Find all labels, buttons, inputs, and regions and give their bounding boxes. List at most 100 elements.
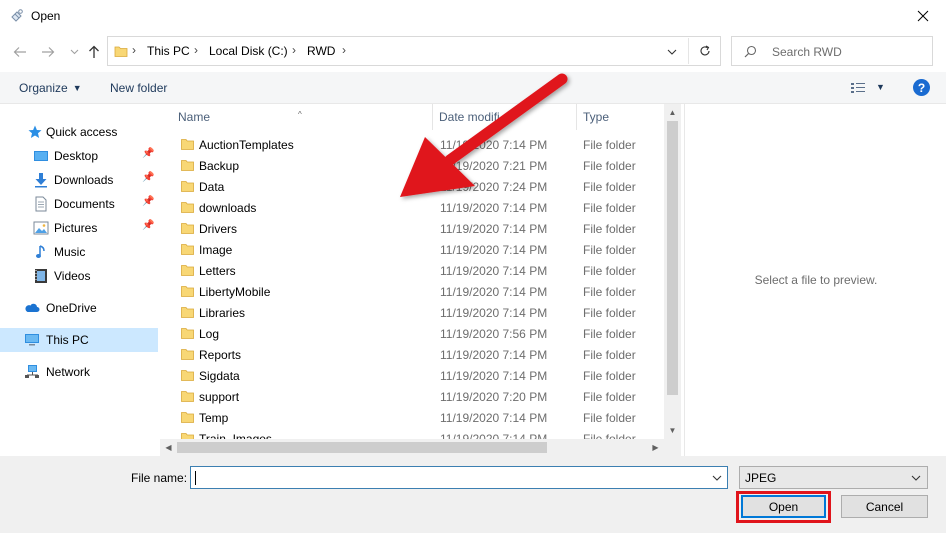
- help-icon[interactable]: ?: [913, 79, 930, 96]
- arrow-up-icon: [89, 45, 99, 58]
- open-button[interactable]: Open: [741, 495, 826, 518]
- file-type: File folder: [583, 222, 636, 236]
- up-button[interactable]: [84, 42, 104, 62]
- breadcrumb-rwd[interactable]: RWD: [307, 44, 335, 58]
- nav-item-this-pc[interactable]: This PC: [0, 328, 158, 352]
- file-row[interactable]: Letters 11/19/2020 7:14 PM File folder: [172, 260, 666, 281]
- scroll-down-icon[interactable]: ▼: [664, 422, 681, 439]
- file-date: 11/19/2020 7:14 PM: [440, 348, 548, 362]
- filetype-dropdown-button[interactable]: [908, 470, 924, 486]
- folder-icon: [181, 307, 194, 318]
- column-header-type-label: Type: [583, 110, 610, 124]
- filetype-value: JPEG: [745, 471, 777, 485]
- file-row[interactable]: Libraries 11/19/2020 7:14 PM File folder: [172, 302, 666, 323]
- folder-icon: [114, 46, 128, 57]
- column-header-name[interactable]: Name ^: [172, 104, 432, 130]
- breadcrumb-separator: ›: [194, 43, 198, 57]
- file-row[interactable]: downloads 11/19/2020 7:14 PM File folder: [172, 197, 666, 218]
- folder-icon: [181, 223, 194, 234]
- view-options-icon[interactable]: [850, 81, 868, 95]
- file-type: File folder: [583, 306, 636, 320]
- file-date: 11/19/2020 7:14 PM: [440, 243, 548, 257]
- scroll-right-icon[interactable]: ▶: [647, 439, 664, 456]
- organize-button[interactable]: Organize ▼: [19, 81, 82, 95]
- filetype-select[interactable]: JPEG: [739, 466, 928, 489]
- pictures-icon: [33, 221, 49, 235]
- file-date: 11/19/2020 7:14 PM: [440, 411, 548, 425]
- address-dropdown-button[interactable]: [662, 44, 682, 60]
- folder-icon: [181, 160, 194, 171]
- search-input[interactable]: Search RWD: [731, 36, 933, 66]
- folder-icon: [181, 328, 194, 339]
- nav-item-videos[interactable]: Videos: [0, 264, 158, 288]
- chevron-down-icon: [70, 49, 78, 55]
- refresh-button[interactable]: [688, 38, 720, 64]
- scroll-thumb[interactable]: [667, 121, 678, 395]
- music-icon: [36, 245, 45, 258]
- view-caret-down-icon[interactable]: ▼: [876, 82, 885, 92]
- folder-icon: [181, 202, 194, 213]
- cancel-button[interactable]: Cancel: [841, 495, 928, 518]
- file-row[interactable]: Reports 11/19/2020 7:14 PM File folder: [172, 344, 666, 365]
- file-type: File folder: [583, 369, 636, 383]
- column-header-date[interactable]: Date modifi: [433, 104, 576, 130]
- folder-icon: [181, 181, 194, 192]
- file-row[interactable]: support 11/19/2020 7:20 PM File folder: [172, 386, 666, 407]
- file-name: Reports: [199, 348, 242, 362]
- breadcrumb-separator: ›: [292, 43, 296, 57]
- file-type: File folder: [583, 138, 636, 152]
- file-list: Name ^ Date modifi Type AuctionTemplates…: [172, 104, 682, 456]
- filename-input[interactable]: [190, 466, 728, 489]
- open-dialog-icon: [11, 9, 23, 22]
- computer-icon: [25, 334, 39, 346]
- file-row[interactable]: Data 11/19/2020 7:24 PM File folder: [172, 176, 666, 197]
- horizontal-scrollbar[interactable]: ◀ ▶: [160, 439, 664, 456]
- nav-label-onedrive: OneDrive: [46, 301, 97, 315]
- file-type: File folder: [583, 201, 636, 215]
- close-button[interactable]: [900, 0, 946, 32]
- nav-label-downloads: Downloads: [54, 173, 114, 187]
- file-date: 11/19/2020 7:14 PM: [440, 138, 548, 152]
- nav-label-videos: Videos: [54, 269, 91, 283]
- file-row[interactable]: LibertyMobile 11/19/2020 7:14 PM File fold…: [172, 281, 666, 302]
- file-row[interactable]: Log 11/19/2020 7:56 PM File folder: [172, 323, 666, 344]
- breadcrumb-this-pc[interactable]: This PC: [147, 44, 190, 58]
- nav-item-network[interactable]: Network: [0, 360, 158, 384]
- nav-label-this-pc: This PC: [46, 333, 89, 347]
- nav-item-quick-access[interactable]: Quick access: [0, 120, 158, 144]
- new-folder-button[interactable]: New folder: [110, 81, 167, 95]
- breadcrumb-separator: ›: [342, 43, 346, 57]
- pin-icon: 📌: [142, 220, 155, 231]
- back-button[interactable]: [10, 42, 30, 62]
- recent-locations-button[interactable]: [64, 42, 84, 62]
- scrollbar-corner: [664, 439, 681, 456]
- file-row[interactable]: Backup 11/19/2020 7:21 PM File folder: [172, 155, 666, 176]
- filename-dropdown-button[interactable]: [709, 470, 725, 486]
- scroll-thumb[interactable]: [177, 442, 547, 453]
- vertical-scrollbar[interactable]: ▲ ▼: [664, 104, 681, 439]
- file-name: Backup: [199, 159, 240, 173]
- nav-item-desktop[interactable]: Desktop 📌: [0, 144, 158, 168]
- file-date: 11/19/2020 7:14 PM: [440, 369, 548, 383]
- forward-button[interactable]: [38, 42, 58, 62]
- breadcrumb-local-disk[interactable]: Local Disk (C:): [209, 44, 288, 58]
- file-row[interactable]: Drivers 11/19/2020 7:14 PM File folder: [172, 218, 666, 239]
- file-row[interactable]: AuctionTemplates 11/19/2020 7:14 PM File f…: [172, 134, 666, 155]
- breadcrumb-separator: ›: [132, 43, 136, 57]
- file-name: Letters: [199, 264, 236, 278]
- search-placeholder: Search RWD: [772, 45, 842, 59]
- column-header-type[interactable]: Type: [577, 104, 667, 130]
- file-row[interactable]: Temp 11/19/2020 7:14 PM File folder: [172, 407, 666, 428]
- file-row[interactable]: Image 11/19/2020 7:14 PM File folder: [172, 239, 666, 260]
- nav-item-music[interactable]: Music: [0, 240, 158, 264]
- nav-item-onedrive[interactable]: OneDrive: [0, 296, 158, 320]
- address-bar[interactable]: › This PC › Local Disk (C:) › RWD ›: [107, 36, 721, 66]
- scroll-left-icon[interactable]: ◀: [160, 439, 177, 456]
- nav-item-pictures[interactable]: Pictures 📌: [0, 216, 158, 240]
- scroll-up-icon[interactable]: ▲: [664, 104, 681, 121]
- nav-label-music: Music: [54, 245, 86, 259]
- nav-item-documents[interactable]: Documents 📌: [0, 192, 158, 216]
- file-row[interactable]: Sigdata 11/19/2020 7:14 PM File folder: [172, 365, 666, 386]
- nav-item-downloads[interactable]: Downloads 📌: [0, 168, 158, 192]
- file-name: LibertyMobile: [199, 285, 271, 299]
